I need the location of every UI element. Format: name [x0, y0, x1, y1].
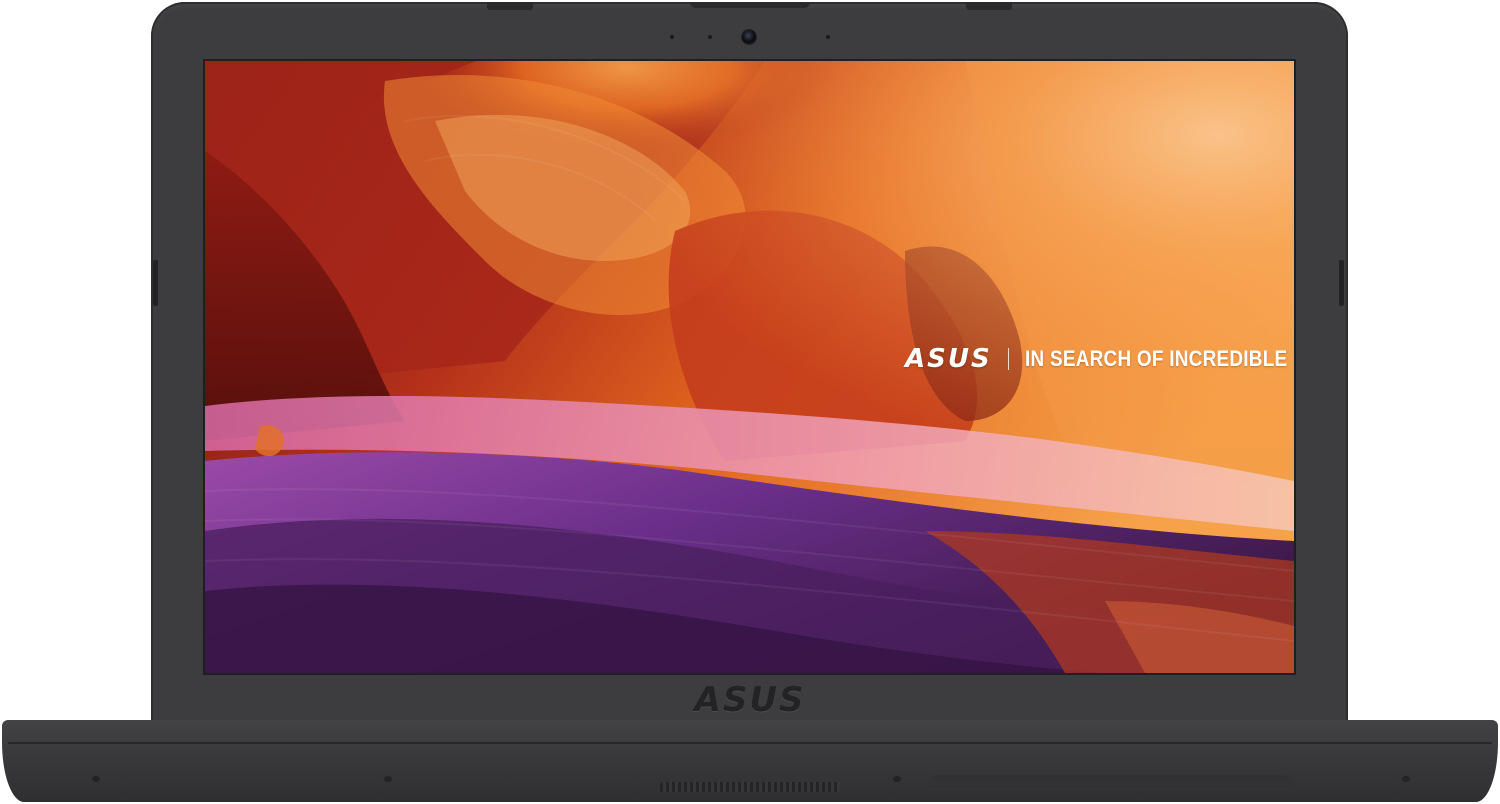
brand-divider [1007, 348, 1009, 370]
laptop-screen: ASUS IN SEARCH OF INCREDIBLE [205, 61, 1294, 673]
mic-dot-right [826, 35, 830, 39]
base-screw-mid-left [384, 776, 392, 782]
top-bezel-nub-right [966, 2, 1012, 10]
left-side-notch [153, 260, 158, 306]
mic-dot-left [670, 35, 674, 39]
top-bezel-nub-left [487, 2, 533, 10]
base-screw-right [1402, 776, 1410, 782]
base-edge-line [8, 742, 1492, 744]
asus-bezel-logo: ASUS [694, 680, 806, 720]
front-vent [660, 782, 840, 792]
asus-screen-logo: ASUS [905, 344, 992, 374]
base-screw-left [92, 776, 100, 782]
indicator-dot [708, 35, 712, 39]
right-side-notch [1339, 260, 1344, 306]
touchpad-edge [930, 775, 1290, 791]
base-screw-mid-right [893, 776, 901, 782]
camera-housing [690, 2, 810, 8]
brand-tagline: IN SEARCH OF INCREDIBLE [1024, 346, 1288, 371]
laptop-product-photo: ASUS IN SEARCH OF INCREDIBLE ASUS [0, 0, 1500, 804]
webcam-icon [742, 30, 756, 44]
wallpaper-branding: ASUS IN SEARCH OF INCREDIBLE [905, 344, 1294, 374]
